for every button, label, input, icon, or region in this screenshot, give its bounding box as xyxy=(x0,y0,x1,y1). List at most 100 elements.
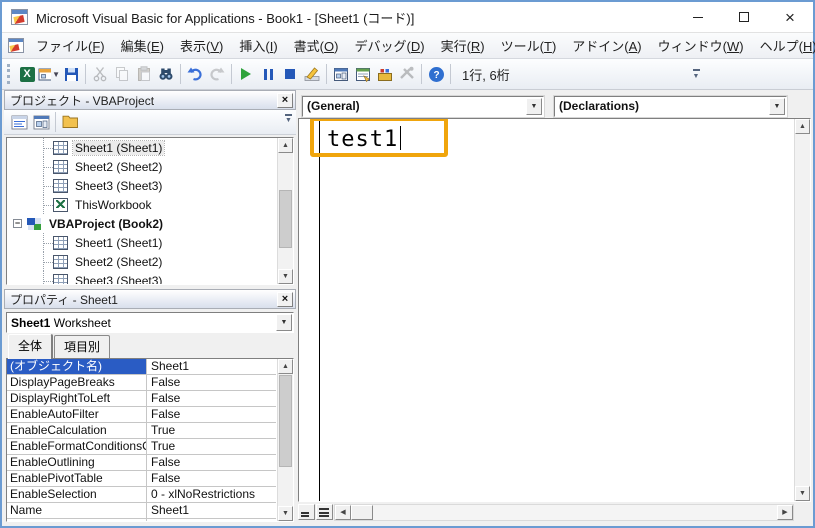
scroll-thumb[interactable] xyxy=(279,375,292,467)
scroll-down-icon[interactable]: ▼ xyxy=(278,506,293,521)
scroll-down-icon[interactable]: ▼ xyxy=(278,269,293,284)
properties-panel-close-icon[interactable]: × xyxy=(277,292,293,307)
full-module-view-button[interactable] xyxy=(316,504,333,520)
menu-item-f[interactable]: ファイル(F) xyxy=(28,33,113,58)
toolbox-icon[interactable] xyxy=(396,63,418,85)
paste-icon[interactable] xyxy=(133,63,155,85)
chevron-down-icon[interactable]: ▼ xyxy=(526,98,542,115)
document-icon[interactable] xyxy=(8,38,24,53)
insert-userform-icon[interactable]: ▼ xyxy=(38,63,60,85)
property-row[interactable]: EnableAutoFilterFalse xyxy=(7,407,276,423)
property-value[interactable]: True xyxy=(147,423,276,439)
toolbar-grip[interactable] xyxy=(7,64,12,84)
property-row[interactable]: EnableFormatConditionsCTrue xyxy=(7,439,276,455)
property-row[interactable]: (オブジェクト名)Sheet1 xyxy=(7,359,276,375)
code-horizontal-scrollbar[interactable]: ◀ ▶ xyxy=(334,504,794,521)
toolbar-overflow-button[interactable]: ▼ xyxy=(690,64,702,84)
object-dropdown[interactable]: (General) ▼ xyxy=(302,96,544,117)
property-value[interactable]: Sheet1 xyxy=(147,359,276,375)
property-name[interactable]: DisplayRightToLeft xyxy=(7,391,147,407)
property-value[interactable]: False xyxy=(147,407,276,423)
collapse-icon[interactable]: − xyxy=(13,219,22,228)
scroll-thumb[interactable] xyxy=(279,190,292,248)
procedure-dropdown[interactable]: (Declarations) ▼ xyxy=(554,96,787,117)
tab-alphabetic[interactable]: 全体 xyxy=(8,334,52,359)
scroll-up-icon[interactable]: ▲ xyxy=(278,359,293,374)
menu-item-i[interactable]: 挿入(I) xyxy=(231,33,285,58)
view-code-icon[interactable] xyxy=(8,112,30,132)
property-row[interactable]: DisplayPageBreaksFalse xyxy=(7,375,276,391)
cut-icon[interactable] xyxy=(89,63,111,85)
tree-item[interactable]: Sheet2 (Sheet2) xyxy=(7,252,276,271)
property-value[interactable]: Sheet1 xyxy=(147,503,276,519)
property-value[interactable]: False xyxy=(147,471,276,487)
property-name[interactable]: EnableOutlining xyxy=(7,455,147,471)
save-icon[interactable] xyxy=(60,63,82,85)
run-icon[interactable] xyxy=(235,63,257,85)
undo-icon[interactable] xyxy=(184,63,206,85)
property-row[interactable]: ScrollArea xyxy=(7,519,276,522)
tree-item[interactable]: Sheet3 (Sheet3) xyxy=(7,176,276,195)
project-explorer-icon[interactable] xyxy=(330,63,352,85)
property-row[interactable]: EnableCalculationTrue xyxy=(7,423,276,439)
menu-item-o[interactable]: 書式(O) xyxy=(286,33,347,58)
property-name[interactable]: EnableAutoFilter xyxy=(7,407,147,423)
redo-icon[interactable] xyxy=(206,63,228,85)
break-icon[interactable] xyxy=(257,63,279,85)
project-toolbar-overflow-button[interactable]: ▼ xyxy=(283,114,294,124)
property-name[interactable]: EnablePivotTable xyxy=(7,471,147,487)
property-value[interactable] xyxy=(147,519,276,522)
property-row[interactable]: DisplayRightToLeftFalse xyxy=(7,391,276,407)
code-editor[interactable]: test1 ▲ ▼ xyxy=(298,118,811,502)
toggle-folders-icon[interactable] xyxy=(59,112,81,132)
property-row[interactable]: EnableOutliningFalse xyxy=(7,455,276,471)
menu-item-v[interactable]: 表示(V) xyxy=(172,33,231,58)
copy-icon[interactable] xyxy=(111,63,133,85)
reset-icon[interactable] xyxy=(279,63,301,85)
design-mode-icon[interactable] xyxy=(301,63,323,85)
properties-panel-titlebar[interactable]: プロパティ - Sheet1 × xyxy=(4,289,296,309)
project-tree-scrollbar[interactable]: ▲ ▼ xyxy=(277,138,293,284)
property-name[interactable]: EnableCalculation xyxy=(7,423,147,439)
tab-categorized[interactable]: 項目別 xyxy=(54,335,110,358)
tree-item[interactable]: −VBAProject (Book2) xyxy=(7,214,276,233)
scroll-thumb[interactable] xyxy=(351,505,373,520)
minimize-button[interactable] xyxy=(675,2,721,32)
property-name[interactable]: Name xyxy=(7,503,147,519)
tree-item[interactable]: ThisWorkbook xyxy=(7,195,276,214)
property-name[interactable]: EnableFormatConditionsC xyxy=(7,439,147,455)
property-name[interactable]: (オブジェクト名) xyxy=(7,359,147,375)
find-icon[interactable] xyxy=(155,63,177,85)
tree-item[interactable]: Sheet2 (Sheet2) xyxy=(7,157,276,176)
scroll-up-icon[interactable]: ▲ xyxy=(278,138,293,153)
tree-item[interactable]: Sheet1 (Sheet1) xyxy=(7,138,276,157)
scroll-right-icon[interactable]: ▶ xyxy=(777,505,793,520)
property-value[interactable]: False xyxy=(147,391,276,407)
object-browser-icon[interactable] xyxy=(374,63,396,85)
menu-item-a[interactable]: アドイン(A) xyxy=(564,33,649,58)
properties-window-icon[interactable] xyxy=(352,63,374,85)
property-value[interactable]: False xyxy=(147,455,276,471)
menu-item-d[interactable]: デバッグ(D) xyxy=(346,33,432,58)
property-name[interactable]: EnableSelection xyxy=(7,487,147,503)
close-button[interactable]: × xyxy=(767,2,813,32)
menu-item-w[interactable]: ウィンドウ(W) xyxy=(650,33,752,58)
properties-scrollbar[interactable]: ▲ ▼ xyxy=(277,359,293,521)
help-icon[interactable]: ? xyxy=(425,63,447,85)
tree-item[interactable]: Sheet1 (Sheet1) xyxy=(7,233,276,252)
menu-item-h[interactable]: ヘルプ(H) xyxy=(752,33,815,58)
view-microsoft-excel-icon[interactable]: X xyxy=(16,63,38,85)
scroll-down-icon[interactable]: ▼ xyxy=(795,486,810,501)
code-text[interactable]: test1 xyxy=(327,126,401,152)
menu-item-t[interactable]: ツール(T) xyxy=(493,33,565,58)
property-row[interactable]: NameSheet1 xyxy=(7,503,276,519)
property-value[interactable]: False xyxy=(147,375,276,391)
property-name[interactable]: ScrollArea xyxy=(7,519,147,522)
scroll-left-icon[interactable]: ◀ xyxy=(335,505,351,520)
code-vertical-scrollbar[interactable]: ▲ ▼ xyxy=(794,119,810,501)
project-panel-close-icon[interactable]: × xyxy=(277,93,293,108)
maximize-button[interactable] xyxy=(721,2,767,32)
procedure-view-button[interactable] xyxy=(298,504,315,520)
chevron-down-icon[interactable]: ▼ xyxy=(769,98,785,115)
tree-item[interactable]: Sheet3 (Sheet3) xyxy=(7,271,276,285)
